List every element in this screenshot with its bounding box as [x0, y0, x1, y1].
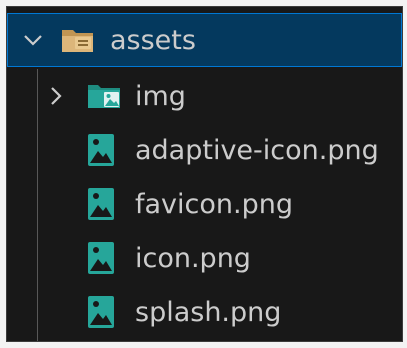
tree-item-label: assets [110, 25, 196, 56]
tree-item-label: adaptive-icon.png [135, 135, 379, 166]
image-folder-icon [88, 85, 120, 108]
tree-item-img[interactable]: img [7, 69, 402, 123]
image-file-icon [88, 242, 114, 274]
tree-item-assets[interactable]: assets [7, 13, 402, 67]
tree-item-favicon-png[interactable]: favicon.png [7, 177, 402, 231]
folder-open-icon [62, 30, 93, 52]
image-file-icon [88, 296, 114, 328]
tree-item-label: splash.png [135, 297, 282, 328]
tree-item-label: favicon.png [135, 189, 293, 220]
image-file-icon [88, 134, 114, 166]
tree-item-icon-png[interactable]: icon.png [7, 231, 402, 285]
chevron-down-icon[interactable] [22, 29, 44, 51]
tree-item-label: icon.png [135, 243, 251, 274]
explorer-panel: assets img adaptive-icon.png favicon.png… [6, 6, 403, 342]
tree-item-splash-png[interactable]: splash.png [7, 285, 402, 339]
chevron-right-icon[interactable] [45, 85, 67, 107]
tree-item-label: img [135, 81, 186, 112]
image-file-icon [88, 188, 114, 220]
tree-item-adaptive-icon-png[interactable]: adaptive-icon.png [7, 123, 402, 177]
